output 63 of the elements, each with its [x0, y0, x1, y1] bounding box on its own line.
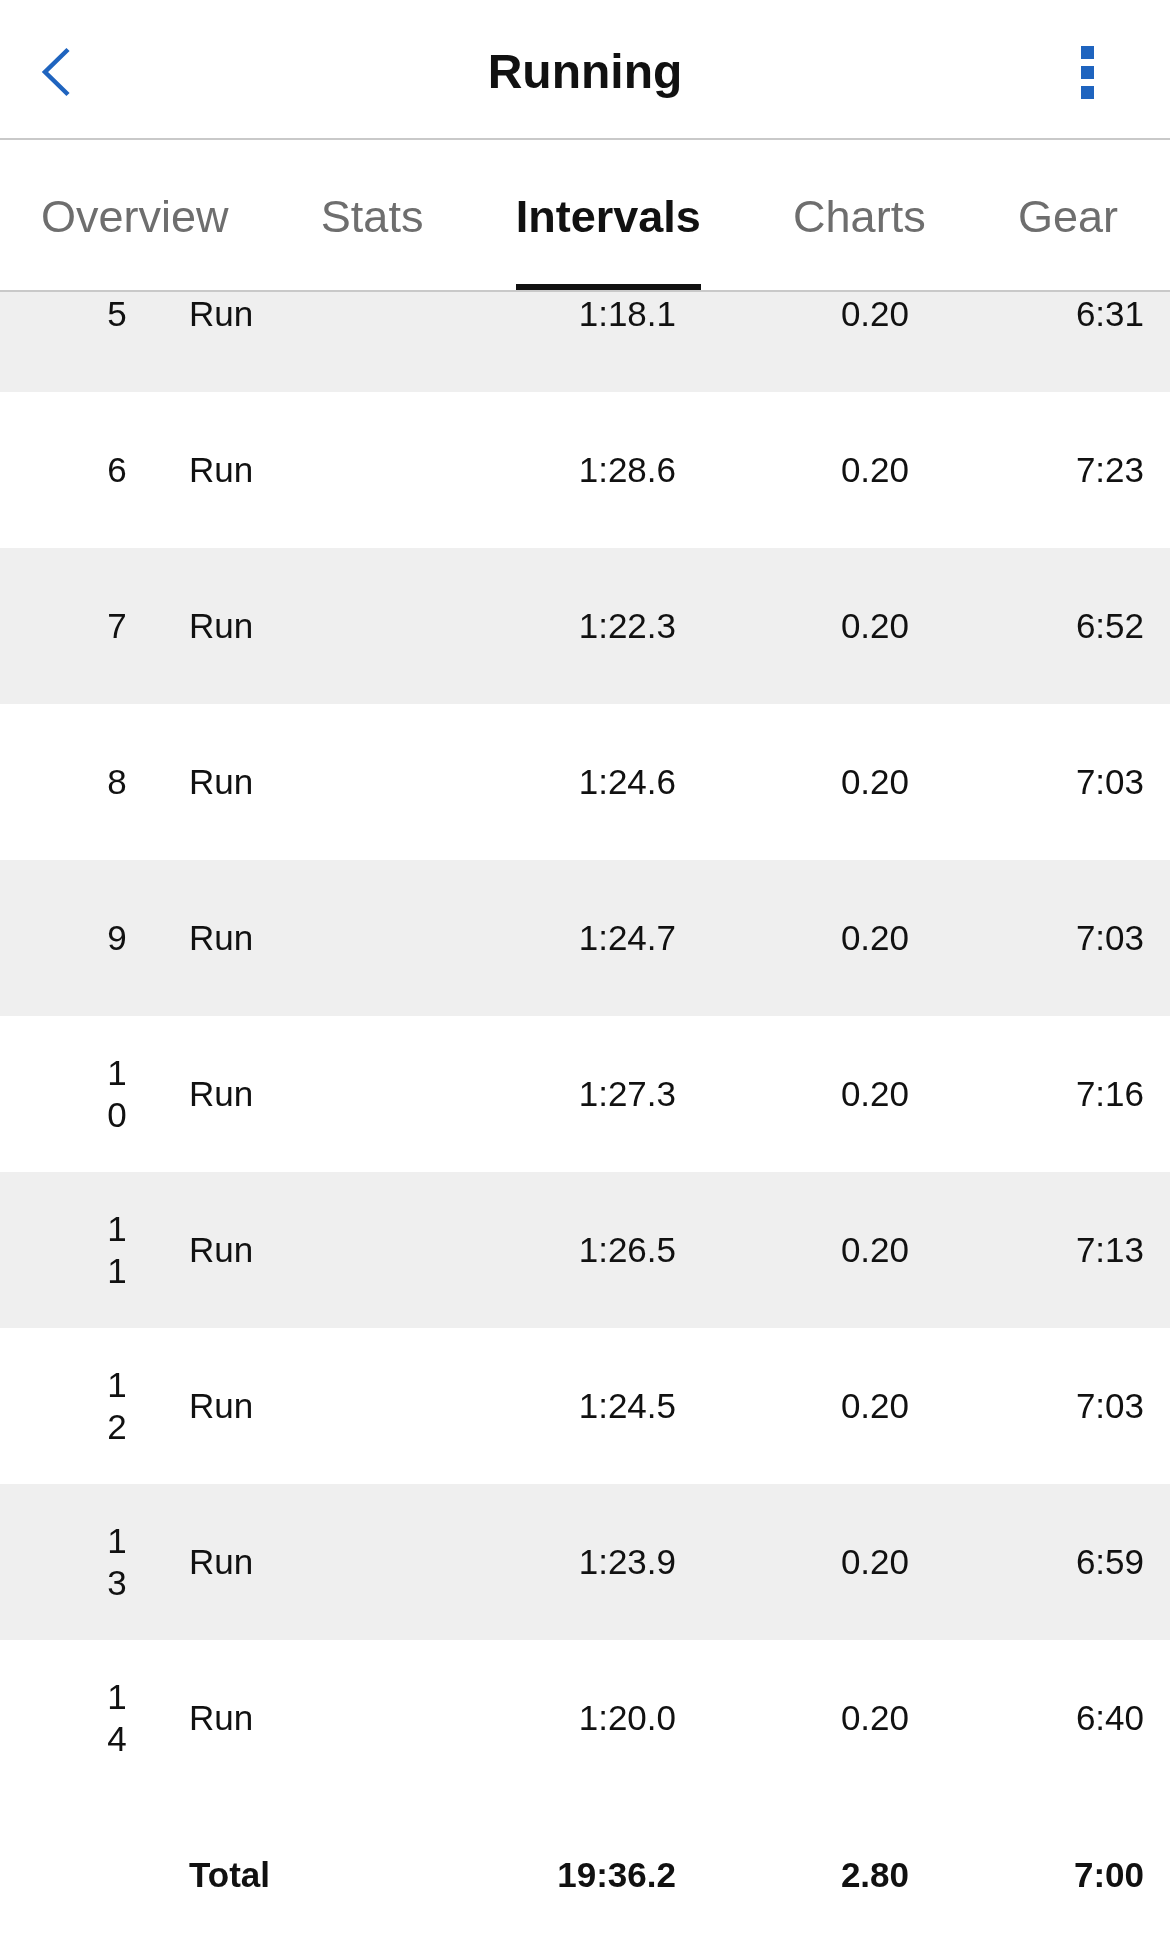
table-cell: 7:23 — [1075, 449, 1144, 491]
table-cell: 0.20 — [840, 293, 909, 335]
table-cell: Run — [189, 293, 254, 335]
chevron-left-icon — [41, 47, 71, 97]
table-cell: 7:03 — [1075, 1385, 1144, 1427]
table-cell: 6:31 — [1075, 293, 1144, 335]
table-cell: 10 — [107, 1052, 127, 1136]
table-cell: Run — [189, 1385, 254, 1427]
table-cell: Run — [189, 1541, 254, 1583]
table-cell: 5 — [107, 293, 127, 335]
table-cell: 0.20 — [840, 605, 909, 647]
table-cell: 1:24.5 — [578, 1385, 676, 1427]
table-cell: Run — [189, 917, 254, 959]
tab[interactable]: Gear — [1017, 140, 1118, 290]
table-cell: 0.20 — [840, 917, 909, 959]
table-cell: 0.20 — [840, 449, 909, 491]
table-cell: 8 — [107, 761, 127, 803]
tab[interactable]: Charts — [793, 140, 926, 290]
more-icon — [1081, 45, 1094, 99]
screen-title: Running — [487, 44, 683, 100]
table-cell: 2.80 — [840, 1854, 909, 1896]
table-cell: 1:26.5 — [578, 1229, 676, 1271]
table-cell: 7:13 — [1075, 1229, 1144, 1271]
table-cell: 6:40 — [1075, 1697, 1144, 1739]
table-cell: Run — [189, 1697, 254, 1739]
table-cell: 0.20 — [840, 1697, 909, 1739]
table-cell: 19:36.2 — [557, 1854, 676, 1896]
total-label: Total — [189, 1854, 270, 1896]
table-cell: 1:20.0 — [578, 1697, 676, 1739]
table-cell: 1:27.3 — [578, 1073, 676, 1115]
table-cell: 12 — [107, 1364, 127, 1448]
table-cell: 9 — [107, 917, 127, 959]
more-button[interactable] — [1081, 45, 1094, 99]
table-cell: 0.20 — [840, 1385, 909, 1427]
table-cell: 1:23.9 — [578, 1541, 676, 1583]
table-cell: Run — [189, 761, 254, 803]
table-cell: 6:59 — [1075, 1541, 1144, 1583]
table-cell: 1:28.6 — [578, 449, 676, 491]
table-cell: 14 — [107, 1676, 127, 1760]
table-cell: Run — [189, 449, 254, 491]
table-cell: 0.20 — [840, 1073, 909, 1115]
table-cell: 7:00 — [1073, 1854, 1144, 1896]
tab[interactable]: Stats — [320, 140, 424, 290]
table-cell: 1:22.3 — [578, 605, 676, 647]
table-cell: 11 — [107, 1208, 127, 1292]
table-cell: 13 — [107, 1520, 127, 1604]
table-cell: 0.20 — [840, 1229, 909, 1271]
table-cell: 6 — [107, 449, 127, 491]
table-cell: 0.20 — [840, 1541, 909, 1583]
table-cell: Run — [189, 1229, 254, 1271]
table-cell: Run — [189, 1073, 254, 1115]
back-button[interactable] — [41, 47, 71, 97]
table-cell: Run — [189, 605, 254, 647]
table-cell: 1:24.7 — [578, 917, 676, 959]
table-cell: 1:24.6 — [578, 761, 676, 803]
table-cell: 7:03 — [1075, 761, 1144, 803]
tab[interactable]: Overview — [41, 140, 229, 290]
table-cell: 7:03 — [1075, 917, 1144, 959]
table-cell: 7:16 — [1075, 1073, 1144, 1115]
table-cell: 0.20 — [840, 761, 909, 803]
table-cell: 6:52 — [1075, 605, 1144, 647]
table-cell: 7 — [107, 605, 127, 647]
table-cell: 1:18.1 — [578, 293, 676, 335]
